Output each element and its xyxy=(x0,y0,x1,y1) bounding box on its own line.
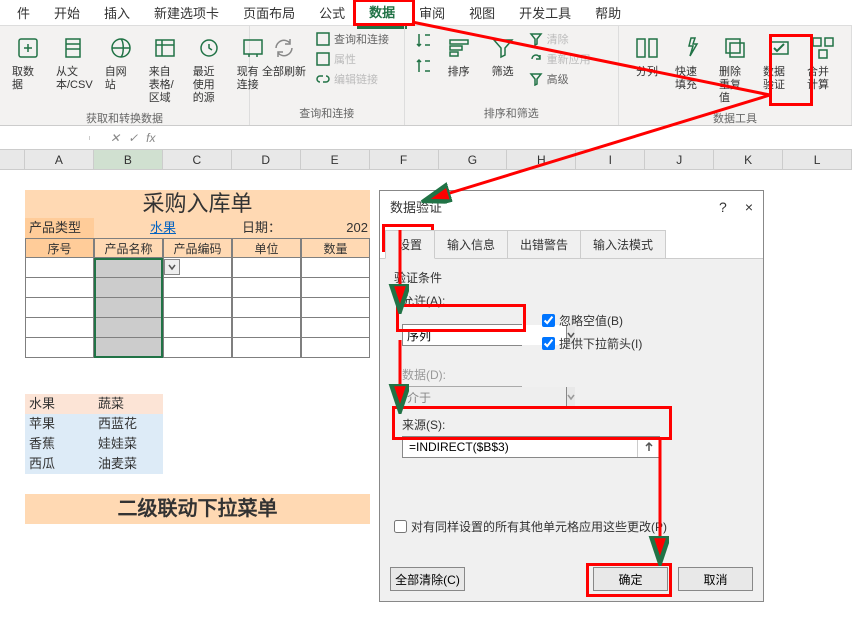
group-label: 数据工具 xyxy=(627,108,843,126)
allow-combo[interactable] xyxy=(402,324,522,346)
tab-home[interactable]: 开始 xyxy=(42,0,92,27)
sort-az-button[interactable] xyxy=(413,30,435,50)
data-combo xyxy=(402,386,522,408)
col-K[interactable]: K xyxy=(714,150,783,169)
formula-bar: ✕ ✓ fx xyxy=(0,126,852,150)
reapply-button[interactable]: 重新应用 xyxy=(527,50,593,68)
flash-fill-button[interactable]: 快速填充 xyxy=(671,30,711,94)
filter-button[interactable]: 筛选 xyxy=(483,30,523,81)
col-D[interactable]: D xyxy=(232,150,301,169)
data-validation-button[interactable]: 数据验证 xyxy=(759,30,799,94)
select-all[interactable] xyxy=(0,150,25,169)
col-F[interactable]: F xyxy=(370,150,439,169)
clear-all-button[interactable]: 全部清除(C) xyxy=(390,567,465,591)
tab-dev[interactable]: 开发工具 xyxy=(507,0,583,27)
cancel-button[interactable]: 取消 xyxy=(678,567,753,591)
advanced-button[interactable]: 高级 xyxy=(527,70,593,88)
range-picker-icon[interactable] xyxy=(637,437,659,457)
ok-button[interactable]: 确定 xyxy=(593,567,668,591)
allow-label: 允许(A): xyxy=(402,292,749,309)
section-label: 验证条件 xyxy=(394,269,749,286)
tab-data[interactable]: 数据 xyxy=(357,0,407,29)
from-table-button[interactable]: 来自表格/区域 xyxy=(145,30,185,108)
group-label: 获取和转换数据 xyxy=(8,108,241,126)
sort-button[interactable]: 排序 xyxy=(439,30,479,81)
text-to-columns-button[interactable]: 分列 xyxy=(627,30,667,81)
table-header: 序号产品名称产品编码单位数量 xyxy=(25,238,370,258)
source-input-row[interactable] xyxy=(402,436,660,458)
col-J[interactable]: J xyxy=(645,150,714,169)
chevron-down-icon xyxy=(566,387,575,407)
ribbon-tabs: 件 开始 插入 新建选项卡 页面布局 公式 数据 审阅 视图 开发工具 帮助 xyxy=(0,0,852,26)
source-label: 来源(S): xyxy=(402,416,749,433)
properties-button[interactable]: 属性 xyxy=(314,50,391,68)
ignore-blank-checkbox[interactable] xyxy=(542,314,555,327)
refresh-all-button[interactable]: 全部刷新 xyxy=(258,30,310,81)
name-box[interactable] xyxy=(0,136,90,140)
tab-layout[interactable]: 页面布局 xyxy=(231,0,307,27)
type-value-cell[interactable]: 水果 xyxy=(94,218,232,238)
tab-file[interactable]: 件 xyxy=(5,0,42,27)
queries-conn-button[interactable]: 查询和连接 xyxy=(314,30,391,48)
sheet-header-row: 产品类型 水果 日期： 202 xyxy=(25,218,370,238)
sheet-title: 采购入库单 xyxy=(25,190,370,218)
table-body[interactable] xyxy=(25,258,370,358)
help-button[interactable]: ? xyxy=(719,199,727,215)
tab-settings[interactable]: 设置 xyxy=(385,230,435,259)
col-B[interactable]: B xyxy=(94,150,163,169)
group-label: 查询和连接 xyxy=(258,103,396,121)
col-H[interactable]: H xyxy=(507,150,576,169)
banner: 二级联动下拉菜单 xyxy=(25,494,370,524)
col-C[interactable]: C xyxy=(163,150,232,169)
apply-others-checkbox[interactable] xyxy=(394,520,407,533)
cancel-icon[interactable]: ✕ xyxy=(110,131,120,145)
dropdown-arrow-checkbox[interactable] xyxy=(542,337,555,350)
from-csv-button[interactable]: 从文本/CSV xyxy=(52,30,97,94)
clear-filter-button[interactable]: 清除 xyxy=(527,30,593,48)
col-E[interactable]: E xyxy=(301,150,370,169)
tab-error[interactable]: 出错警告 xyxy=(507,230,581,258)
tab-view[interactable]: 视图 xyxy=(457,0,507,27)
sort-za-button[interactable] xyxy=(413,56,435,76)
tab-review[interactable]: 审阅 xyxy=(407,0,457,27)
dialog-title: 数据验证 xyxy=(390,197,442,216)
source-input[interactable] xyxy=(403,440,637,454)
recent-sources-button[interactable]: 最近使用的源 xyxy=(189,30,229,108)
tab-formulas[interactable]: 公式 xyxy=(307,0,357,27)
col-L[interactable]: L xyxy=(783,150,852,169)
column-headers: A B C D E F G H I J K L xyxy=(0,150,852,170)
get-data-button[interactable]: 取数据 xyxy=(8,30,48,94)
group-label: 排序和筛选 xyxy=(413,103,610,121)
close-icon[interactable]: × xyxy=(745,199,753,215)
from-web-button[interactable]: 自网站 xyxy=(101,30,141,94)
remove-duplicates-button[interactable]: 删除重复值 xyxy=(715,30,755,108)
col-A[interactable]: A xyxy=(25,150,94,169)
tab-input-msg[interactable]: 输入信息 xyxy=(434,230,508,258)
consolidate-button[interactable]: 合并计算 xyxy=(803,30,843,94)
tab-ime[interactable]: 输入法模式 xyxy=(580,230,666,258)
data-validation-dialog: 数据验证 ? × 设置 输入信息 出错警告 输入法模式 验证条件 允许(A): … xyxy=(379,190,764,602)
tab-help[interactable]: 帮助 xyxy=(583,0,633,27)
tab-custom[interactable]: 新建选项卡 xyxy=(142,0,231,27)
edit-links-button[interactable]: 编辑链接 xyxy=(314,70,391,88)
dropdown-button[interactable] xyxy=(164,259,180,275)
col-G[interactable]: G xyxy=(439,150,508,169)
reference-table[interactable]: 水果蔬菜 苹果西蓝花 香蕉娃娃菜 西瓜油麦菜 xyxy=(25,394,163,474)
enter-icon[interactable]: ✓ xyxy=(128,131,138,145)
col-I[interactable]: I xyxy=(576,150,645,169)
data-label: 数据(D): xyxy=(402,366,749,383)
ribbon: 取数据 从文本/CSV 自网站 来自表格/区域 最近使用的源 现有连接 获取和转… xyxy=(0,26,852,126)
tab-insert[interactable]: 插入 xyxy=(92,0,142,27)
fx-icon[interactable]: fx xyxy=(146,131,155,145)
